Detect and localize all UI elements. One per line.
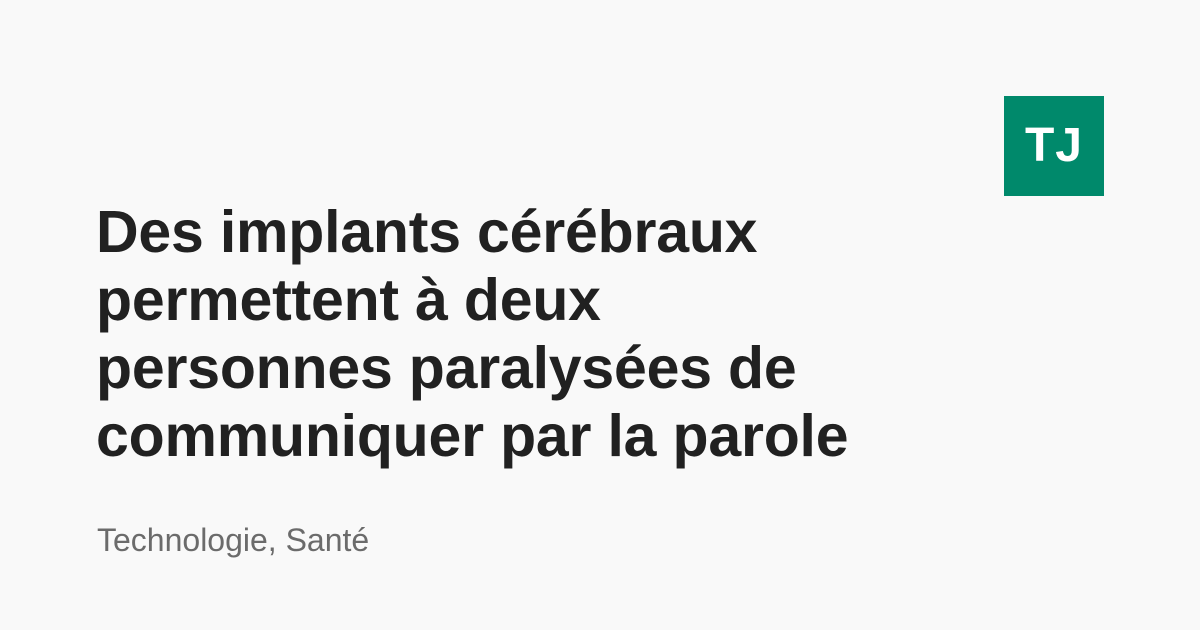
brand-logo-text: TJ [1024, 119, 1083, 172]
article-title-line: permettent à deux [96, 267, 601, 333]
article-title: Des implants cérébraux permettent à deux… [96, 198, 1016, 470]
share-card: TJ Des implants cérébraux permettent à d… [0, 0, 1200, 630]
article-tags: Technologie, Santé [97, 522, 370, 558]
brand-logo: TJ [1004, 96, 1104, 196]
article-title-line: personnes paralysées de [96, 335, 797, 401]
article-title-line: communiquer par la parole [96, 403, 849, 469]
article-title-line: Des implants cérébraux [96, 199, 758, 265]
